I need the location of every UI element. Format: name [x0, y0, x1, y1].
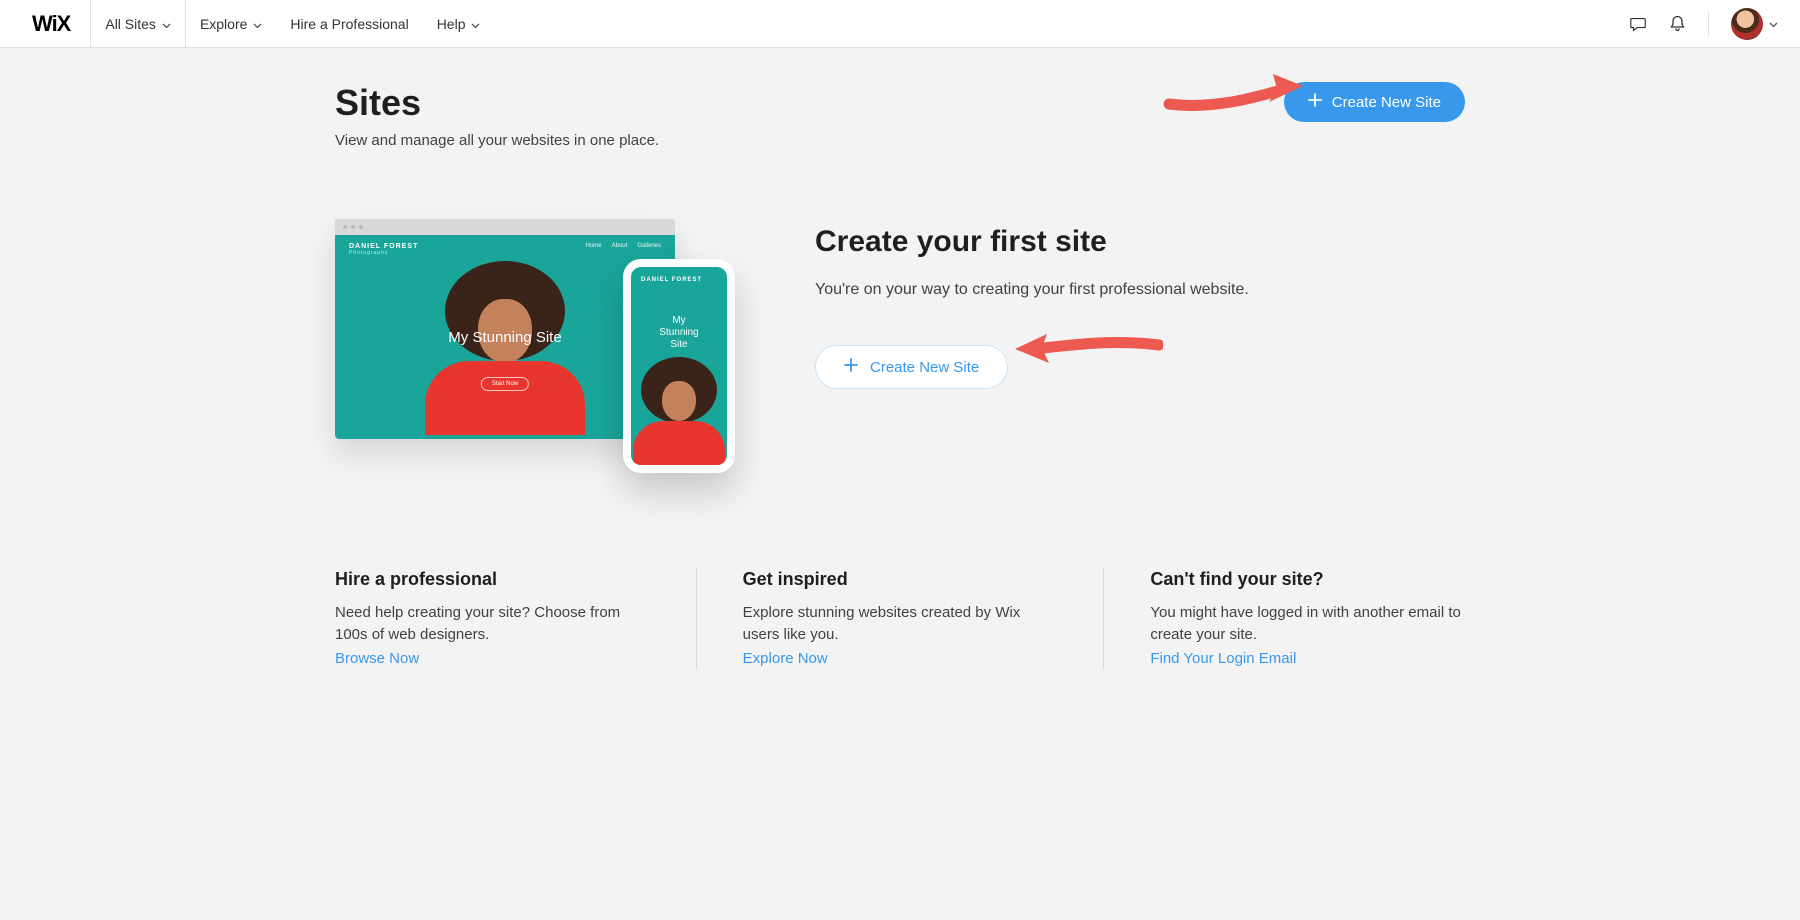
nav-label: Help — [437, 16, 466, 32]
hero-title: Create your first site — [815, 225, 1465, 259]
nav-hire-pro[interactable]: Hire a Professional — [276, 0, 422, 47]
chevron-down-icon — [471, 16, 480, 32]
chat-icon[interactable] — [1629, 15, 1647, 33]
browse-now-link[interactable]: Browse Now — [335, 650, 419, 667]
card-find-site: Can't find your site? You might have log… — [1103, 569, 1465, 668]
nav-help[interactable]: Help — [423, 0, 495, 47]
plus-icon — [1308, 93, 1322, 111]
nav-all-sites[interactable]: All Sites — [91, 0, 186, 47]
create-new-site-button-secondary[interactable]: Create New Site — [815, 345, 1008, 389]
plus-icon — [844, 358, 858, 376]
cards: Hire a professional Need help creating y… — [335, 569, 1465, 668]
mock-brand: DANIEL FOREST — [349, 243, 418, 250]
card-title: Get inspired — [743, 569, 1058, 590]
card-title: Hire a professional — [335, 569, 650, 590]
card-get-inspired: Get inspired Explore stunning websites c… — [696, 569, 1104, 668]
avatar — [1731, 8, 1763, 40]
mock-menu-item: Galleries — [637, 243, 661, 256]
chevron-down-icon — [253, 16, 262, 32]
card-title: Can't find your site? — [1150, 569, 1465, 590]
nav-label: All Sites — [105, 16, 156, 32]
explore-now-link[interactable]: Explore Now — [743, 650, 828, 667]
page-title: Sites — [335, 82, 659, 124]
find-login-link[interactable]: Find Your Login Email — [1150, 650, 1296, 667]
mock-button: Start Now — [481, 377, 529, 391]
card-body: You might have logged in with another em… — [1150, 602, 1465, 646]
nav-explore[interactable]: Explore — [186, 0, 276, 47]
chevron-down-icon — [162, 16, 171, 32]
nav-label: Hire a Professional — [290, 16, 408, 32]
phone-mock: DANIEL FOREST My Stunning Site — [623, 259, 735, 473]
page: Sites View and manage all your websites … — [335, 48, 1465, 668]
top-nav-right — [1629, 8, 1788, 40]
hero: DANIEL FOREST Photography Home About Gal… — [335, 219, 1465, 459]
hero-sub: You're on your way to creating your firs… — [815, 281, 1465, 299]
mock-title: My Stunning Site — [631, 315, 727, 351]
button-label: Create New Site — [1332, 94, 1441, 111]
create-new-site-button[interactable]: Create New Site — [1284, 82, 1465, 122]
nav-label: Explore — [200, 16, 247, 32]
card-hire-pro: Hire a professional Need help creating y… — [335, 569, 696, 668]
button-label: Create New Site — [870, 359, 979, 376]
mock-menu-item: About — [612, 243, 628, 256]
top-nav-left: WiX All Sites Explore Hire a Professiona… — [12, 0, 494, 47]
bell-icon[interactable] — [1669, 15, 1686, 33]
chevron-down-icon — [1769, 15, 1778, 33]
card-body: Need help creating your site? Choose fro… — [335, 602, 650, 646]
divider — [1708, 12, 1709, 36]
top-nav: WiX All Sites Explore Hire a Professiona… — [0, 0, 1800, 48]
hero-copy: Create your first site You're on your wa… — [815, 219, 1465, 459]
card-body: Explore stunning websites created by Wix… — [743, 602, 1058, 646]
page-header: Sites View and manage all your websites … — [335, 82, 1465, 149]
mock-tag: Photography — [349, 250, 418, 256]
annotation-arrow-icon — [1013, 325, 1163, 369]
wix-logo[interactable]: WiX — [12, 0, 91, 47]
page-subtitle: View and manage all your websites in one… — [335, 132, 659, 149]
mock-brand: DANIEL FOREST — [641, 277, 717, 283]
hero-illustration: DANIEL FOREST Photography Home About Gal… — [335, 219, 735, 459]
account-menu[interactable] — [1731, 8, 1778, 40]
